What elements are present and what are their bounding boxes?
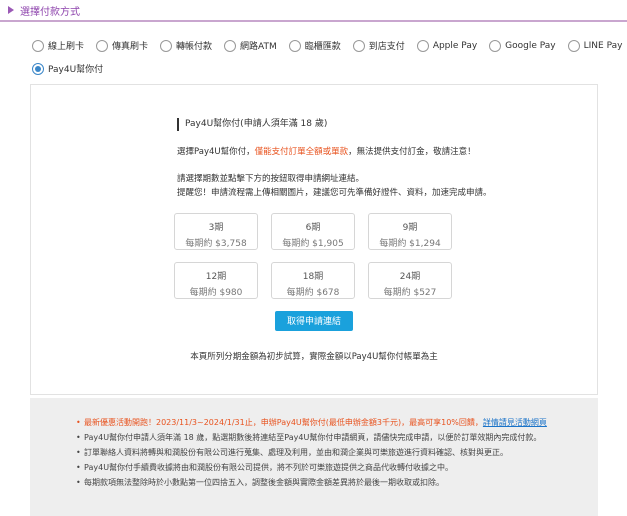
radio-icon[interactable] xyxy=(160,39,173,52)
info-item-rounding: 每期款項無法整除時於小數點第一位四捨五入，調整後金額與實際金額差異將於最後一期收… xyxy=(76,475,576,490)
radio-icon[interactable] xyxy=(416,39,429,52)
radio-icon[interactable] xyxy=(96,39,109,52)
info-item-receipt: Pay4U幫你付手續費收據將由和潤股份有限公司提供，將不列於可樂旅遊提供之商品代… xyxy=(76,460,576,475)
radio-icon[interactable] xyxy=(352,39,365,52)
payment-options-row-1: 線上刷卡 傳真刷卡 轉帳付款 網路ATM 臨櫃匯款 到店支付 Apple Pay… xyxy=(32,39,622,52)
info-box: 最新優惠活動開跑！2023/11/3~2024/1/31止，申辦Pay4U幫你付… xyxy=(30,398,598,516)
radio-icon[interactable] xyxy=(224,39,237,52)
plan-option-6[interactable]: 6期 每期約 $1,905 xyxy=(271,213,355,250)
radio-icon[interactable] xyxy=(489,39,502,52)
info-list: 最新優惠活動開跑！2023/11/3~2024/1/31止，申辦Pay4U幫你付… xyxy=(76,415,576,490)
section-header: 選擇付款方式 xyxy=(0,0,627,22)
pay4u-reminder: 提醒您！申請流程需上傳相關圖片，建議您可先準備好證件、資料，加速完成申請。 xyxy=(177,188,492,198)
payment-option-apple-pay[interactable]: Apple Pay xyxy=(416,39,477,52)
info-item-privacy: 訂單聯絡人資料將轉與和潤股份有限公司進行蒐集、處理及利用，並由和潤企業與可樂旅遊… xyxy=(76,445,576,460)
pay4u-heading: Pay4U幫你付(申請人須年滿 18 歲) xyxy=(177,118,327,131)
payment-option-online-card[interactable]: 線上刷卡 xyxy=(32,39,84,52)
radio-checked-icon[interactable] xyxy=(32,62,44,75)
payment-option-pay4u[interactable]: Pay4U幫你付 xyxy=(32,62,103,75)
payment-option-transfer[interactable]: 轉帳付款 xyxy=(160,39,212,52)
pay4u-panel: Pay4U幫你付(申請人須年滿 18 歲) 選擇Pay4U幫你付，僅能支付訂單全… xyxy=(30,84,598,395)
triangle-icon xyxy=(8,6,14,14)
pay4u-warning: 僅能支付訂單全額或單款 xyxy=(254,147,349,157)
payment-option-line-pay[interactable]: LINE Pay xyxy=(567,39,622,52)
payment-option-atm[interactable]: 網路ATM xyxy=(224,39,277,52)
radio-icon[interactable] xyxy=(32,39,44,52)
section-title: 選擇付款方式 xyxy=(20,7,80,18)
installment-note: 本頁所列分期金額為初步試算，實際金額以Pay4U幫你付帳單為主 xyxy=(190,352,438,362)
radio-icon[interactable] xyxy=(288,39,301,52)
pay4u-instruction: 請選擇期數並點擊下方的按鈕取得申請網址連結。 xyxy=(177,174,365,184)
info-item-age: Pay4U幫你付申請人須年滿 18 歲，點選期數後將連結至Pay4U幫你付申請網… xyxy=(76,430,576,445)
payment-option-in-store[interactable]: 到店支付 xyxy=(352,39,405,52)
pay4u-notice: 選擇Pay4U幫你付，僅能支付訂單全額或單款，無法提供支付訂金，敬請注意！ xyxy=(177,147,476,157)
payment-option-google-pay[interactable]: Google Pay xyxy=(489,39,556,52)
get-apply-link-button[interactable]: 取得申請連結 xyxy=(275,311,353,331)
plan-option-9[interactable]: 9期 每期約 $1,294 xyxy=(368,213,452,250)
radio-icon[interactable] xyxy=(567,39,580,52)
info-item-promo: 最新優惠活動開跑！2023/11/3~2024/1/31止，申辦Pay4U幫你付… xyxy=(76,415,576,430)
promo-link[interactable]: 詳情請見活動網頁 xyxy=(483,418,547,427)
plan-option-24[interactable]: 24期 每期約 $527 xyxy=(368,262,452,299)
plan-option-3[interactable]: 3期 每期約 $3,758 xyxy=(174,213,258,250)
plan-option-18[interactable]: 18期 每期約 $678 xyxy=(271,262,355,299)
payment-option-counter-remit[interactable]: 臨櫃匯款 xyxy=(288,39,341,52)
payment-options-row-2: Pay4U幫你付 xyxy=(32,62,115,75)
payment-option-fax-card[interactable]: 傳真刷卡 xyxy=(96,39,148,52)
plan-option-12[interactable]: 12期 每期約 $980 xyxy=(174,262,258,299)
